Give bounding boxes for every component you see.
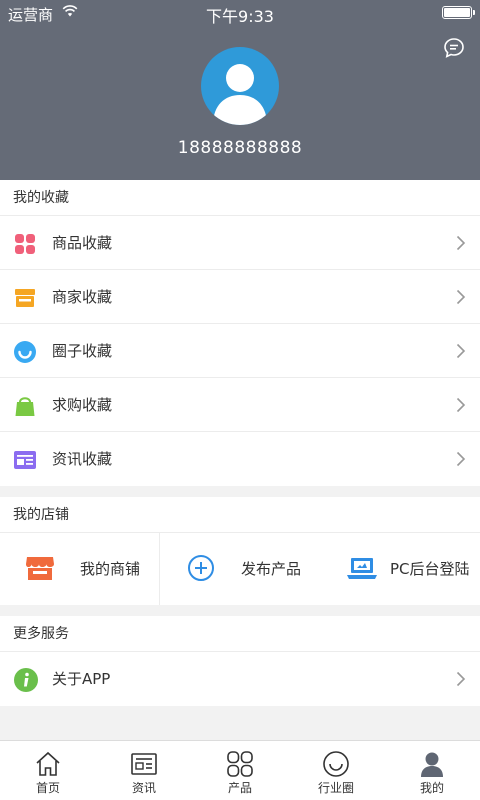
home-icon: [36, 751, 60, 776]
about-app-label: 关于APP: [52, 670, 111, 688]
tab-products-label: 产品: [227, 781, 252, 795]
tab-products[interactable]: 产品: [192, 741, 288, 800]
tab-news[interactable]: 资讯: [96, 741, 192, 800]
favorite-shops-label: 商家收藏: [52, 288, 113, 306]
bottom-tab-bar: 首页 资讯 产品 行业圈 我的: [0, 740, 480, 800]
chevron-right-icon: [456, 343, 466, 359]
favorites-section: 我的收藏 商品收藏 商家收藏 圈子收藏 求购收藏 资讯收藏: [0, 180, 480, 486]
battery-icon: [442, 6, 475, 19]
favorite-circles-row[interactable]: 圈子收藏: [0, 324, 480, 378]
avatar[interactable]: [201, 47, 279, 125]
publish-product-label: 发布产品: [241, 560, 302, 578]
news-tab-icon: [131, 753, 157, 775]
my-store-label: 我的商铺: [80, 560, 141, 578]
tab-news-label: 资讯: [131, 781, 156, 795]
store-icon: [26, 557, 54, 580]
add-circle-icon: [188, 555, 214, 581]
favorite-goods-row[interactable]: 商品收藏: [0, 216, 480, 270]
info-icon: [14, 668, 38, 692]
tab-mine[interactable]: 我的: [384, 741, 480, 800]
profile-header: 运营商 下午9:33 18888888888: [0, 0, 480, 180]
user-phone: 18888888888: [177, 138, 303, 158]
status-bar: 运营商 下午9:33: [0, 0, 480, 26]
chevron-right-icon: [456, 451, 466, 467]
section-title-favorites: 我的收藏: [0, 180, 480, 216]
product-tab-icon: [227, 751, 253, 777]
tab-mine-label: 我的: [419, 781, 444, 795]
favorite-news-label: 资讯收藏: [52, 450, 113, 468]
my-shop-section: 我的店铺 我的商铺 发布产品 PC后台登陆: [0, 497, 480, 605]
avatar-user-icon: [213, 64, 267, 125]
chevron-right-icon: [456, 289, 466, 305]
favorite-goods-label: 商品收藏: [52, 234, 113, 252]
favorite-purchase-row[interactable]: 求购收藏: [0, 378, 480, 432]
status-time: 下午9:33: [206, 7, 274, 26]
favorite-shops-row[interactable]: 商家收藏: [0, 270, 480, 324]
favorite-purchase-label: 求购收藏: [52, 396, 113, 414]
tab-industry-circle-label: 行业圈: [317, 781, 354, 795]
laptop-icon: [347, 558, 377, 579]
circle-icon: [14, 341, 36, 363]
smile-tab-icon: [323, 751, 349, 777]
tab-industry-circle[interactable]: 行业圈: [288, 741, 384, 800]
shop-actions-row: 我的商铺 发布产品 PC后台登陆: [0, 533, 480, 605]
chevron-right-icon: [456, 397, 466, 413]
bag-icon: [15, 397, 35, 416]
user-tab-icon: [421, 752, 443, 777]
chevron-right-icon: [456, 671, 466, 687]
about-app-row[interactable]: 关于APP: [0, 652, 480, 706]
pc-login-button[interactable]: PC后台登陆: [320, 533, 480, 605]
news-icon: [14, 451, 36, 469]
section-title-more: 更多服务: [0, 616, 480, 652]
goods-icon: [15, 234, 35, 254]
publish-product-button[interactable]: 发布产品: [160, 533, 320, 605]
section-title-my-shop: 我的店铺: [0, 497, 480, 533]
message-button[interactable]: [442, 36, 466, 60]
chevron-right-icon: [456, 235, 466, 251]
tab-home-label: 首页: [35, 781, 60, 795]
favorite-news-row[interactable]: 资讯收藏: [0, 432, 480, 486]
more-services-section: 更多服务 关于APP: [0, 616, 480, 706]
pc-login-label: PC后台登陆: [390, 560, 470, 578]
tab-home[interactable]: 首页: [0, 741, 96, 800]
my-store-button[interactable]: 我的商铺: [0, 533, 159, 605]
shop-icon: [15, 289, 35, 307]
favorite-circles-label: 圈子收藏: [52, 342, 113, 360]
